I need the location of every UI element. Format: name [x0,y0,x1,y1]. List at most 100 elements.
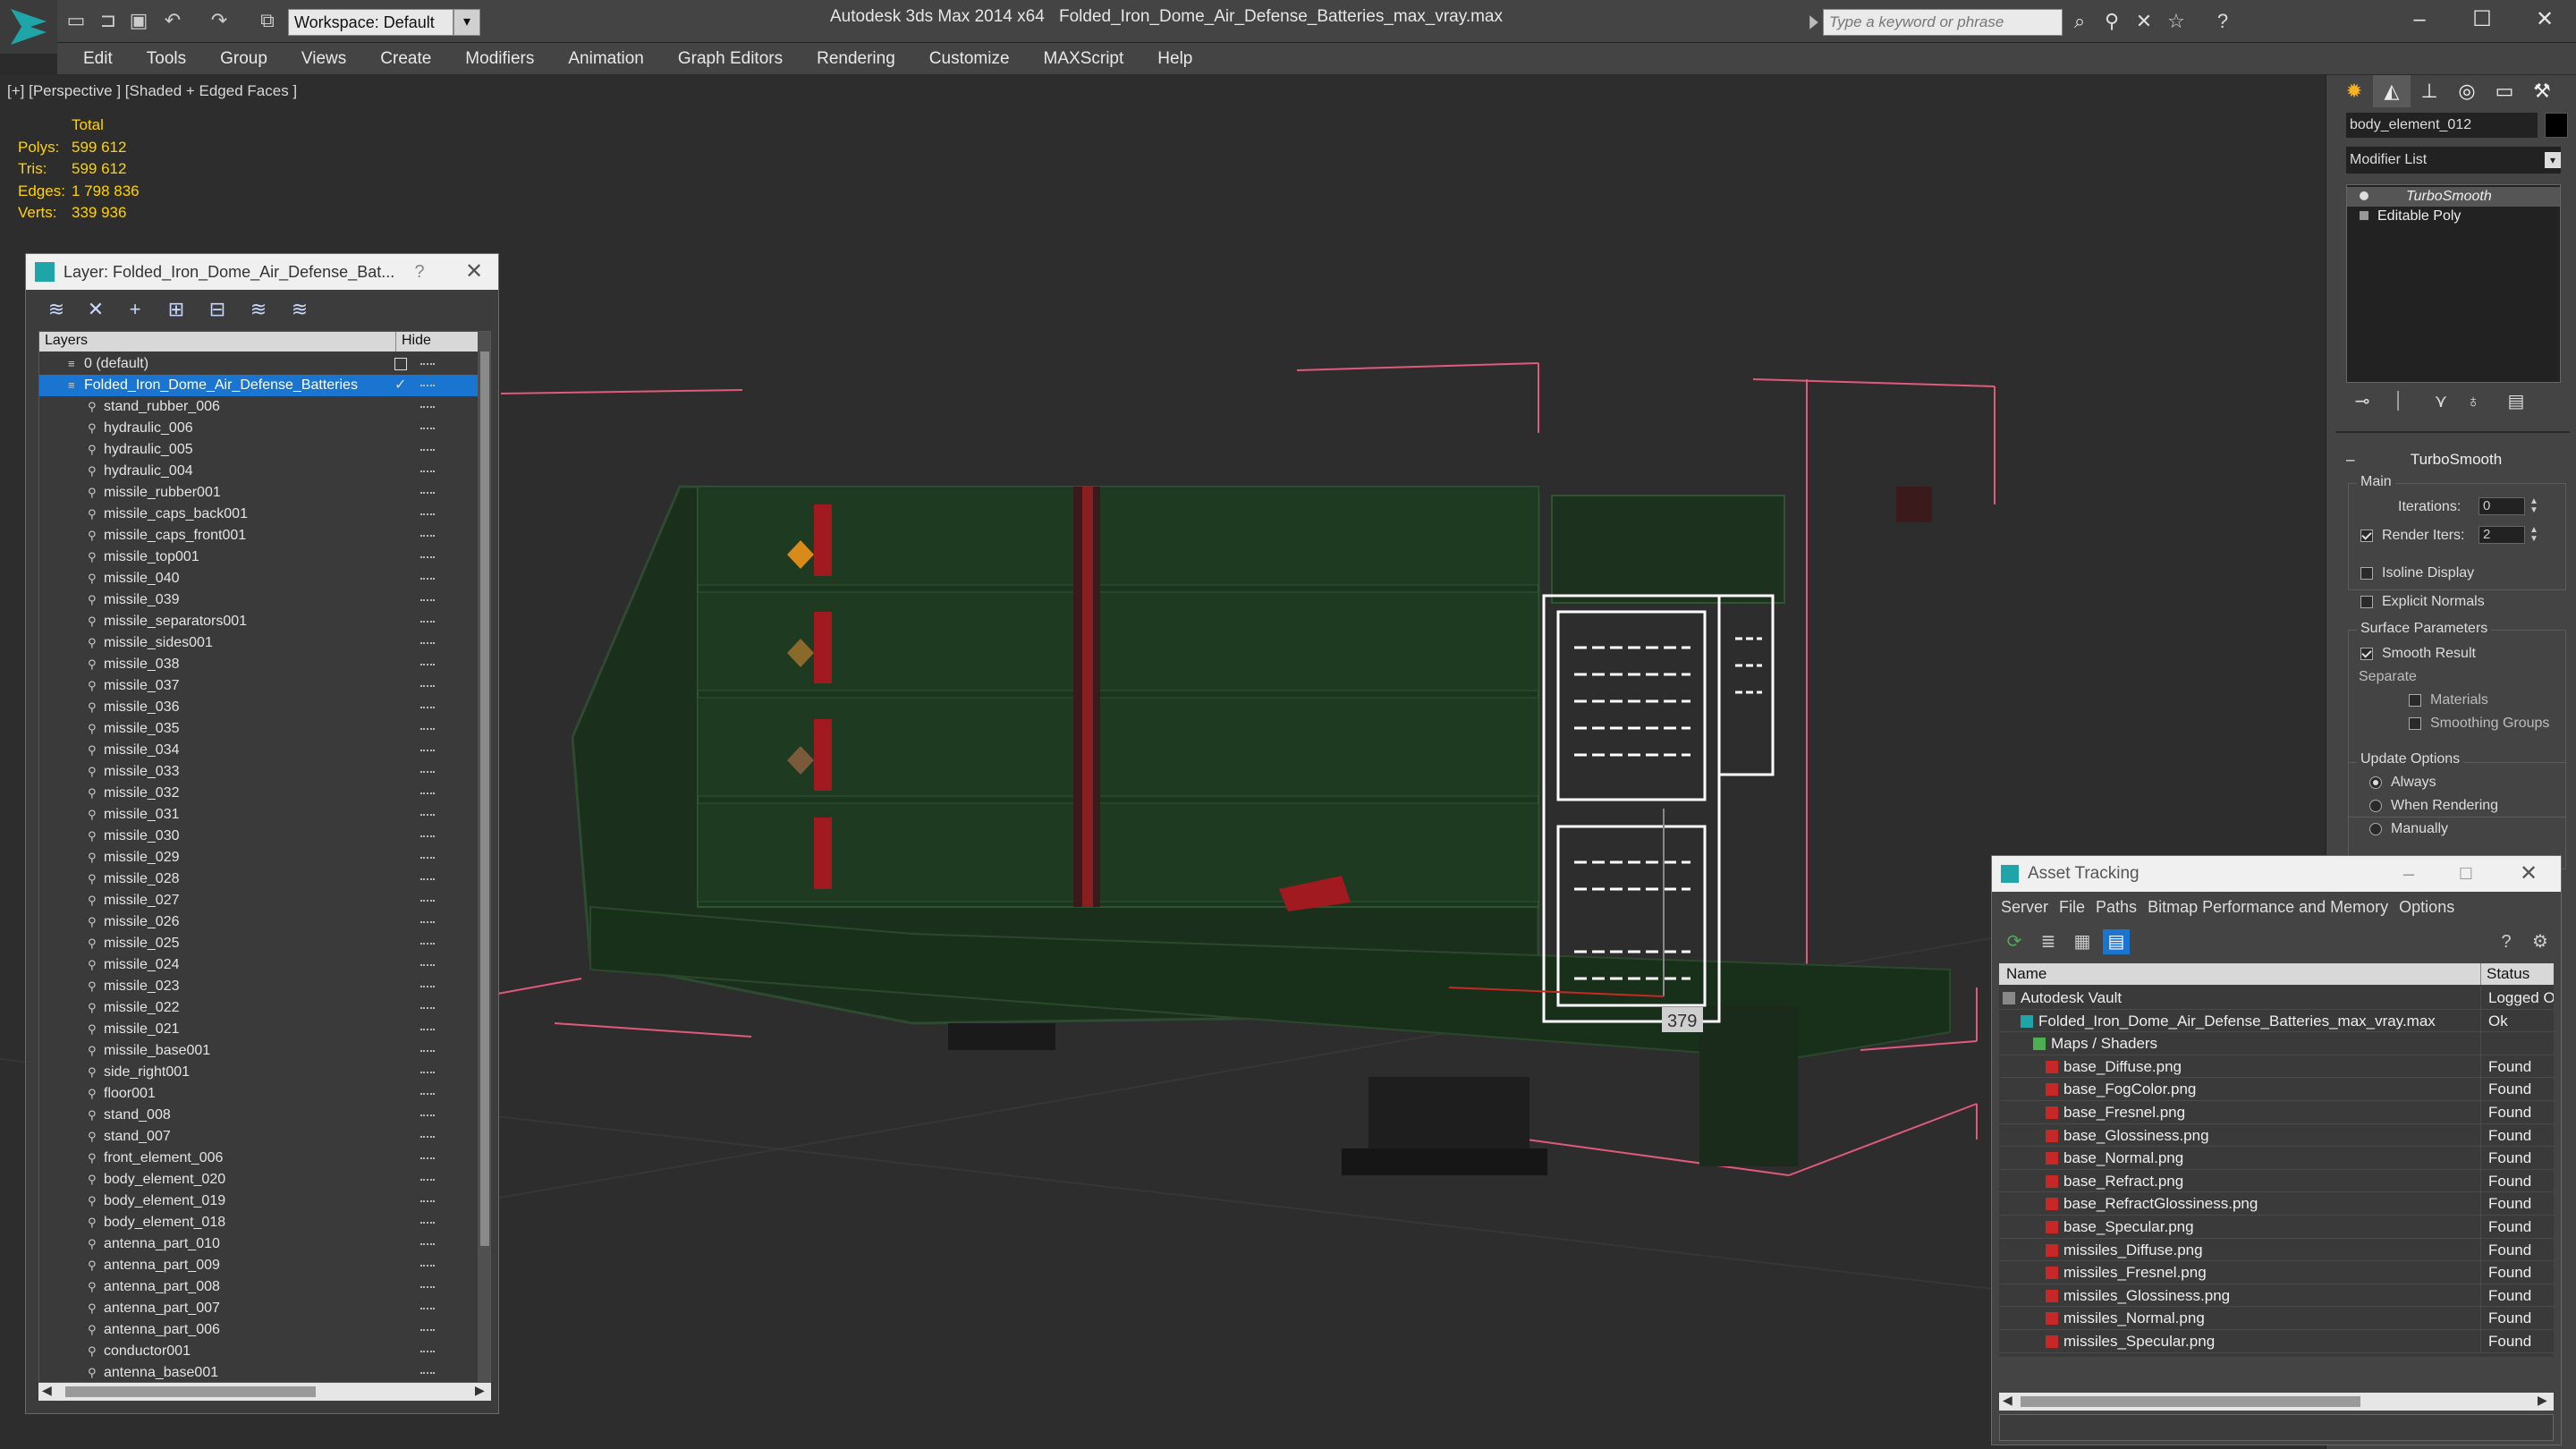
asset-menu-file[interactable]: File [2057,898,2094,917]
layer-object-row[interactable]: ⚲ missile_035 [39,718,478,740]
asset-row[interactable]: Autodesk Vault Logged O [1999,987,2554,1010]
asset-row[interactable]: base_Fresnel.png Found [1999,1100,2554,1124]
asset-row[interactable]: base_Diffuse.png Found [1999,1055,2554,1079]
layer-object-row[interactable]: ⚲ antenna_part_008 [39,1276,478,1298]
asset-row[interactable]: missiles_Glossiness.png Found [1999,1284,2554,1308]
asset-menu-bitmap-performance[interactable]: Bitmap Performance and Memory [2146,898,2397,917]
layer-close-button[interactable]: ✕ [453,254,495,290]
hide-toggle[interactable] [420,986,435,987]
list-view-icon[interactable]: ≣ [2035,929,2062,954]
update-always-radio[interactable] [2369,776,2382,789]
layer-object-row[interactable]: ⚲ antenna_part_007 [39,1298,478,1319]
hide-toggle[interactable] [420,835,435,837]
table-view-icon[interactable]: ▦ [2069,929,2096,954]
scroll-right-icon[interactable]: ▶ [475,1383,485,1398]
favorites-star-icon[interactable]: ☆ [2163,9,2190,34]
hide-toggle[interactable] [420,556,435,558]
hide-toggle[interactable] [420,685,435,687]
layer-object-row[interactable]: ⚲ missile_037 [39,675,478,697]
hide-toggle[interactable] [420,1179,435,1181]
asset-row[interactable]: base_Refract.png Found [1999,1169,2554,1193]
menu-customize[interactable]: Customize [912,49,1027,69]
layer-object-row[interactable]: ⚲ body_element_020 [39,1169,478,1191]
workspace-select[interactable]: Workspace: Default [288,9,453,36]
hide-toggle[interactable] [420,728,435,730]
layer-horizontal-scroll-thumb[interactable] [65,1386,316,1397]
asset-help-icon[interactable]: ? [2493,929,2520,954]
asset-settings-icon[interactable]: ⚙ [2527,929,2554,954]
layer-row-default[interactable]: ≡ 0 (default) [39,353,478,375]
hide-toggle[interactable] [420,621,435,623]
hide-toggle[interactable] [420,664,435,665]
add-layer-icon[interactable]: + [121,297,149,322]
update-when-rendering-radio[interactable] [2369,800,2382,812]
motion-tab-icon[interactable]: ◎ [2448,75,2486,107]
asset-maximize-button[interactable]: ☐ [2439,856,2493,892]
active-layer-check-icon[interactable]: ✓ [394,375,406,396]
hide-toggle[interactable] [420,1329,435,1331]
asset-row[interactable]: Maps / Shaders [1999,1032,2554,1055]
materials-checkbox[interactable] [2409,694,2421,707]
menu-help[interactable]: Help [1140,49,1209,69]
hide-toggle[interactable] [420,1114,435,1116]
layer-object-row[interactable]: ⚲ missile_027 [39,890,478,911]
communication-icon[interactable]: ✕ [2131,9,2157,34]
new-file-icon[interactable]: ▭ [64,9,88,32]
hide-toggle[interactable] [420,1007,435,1009]
search-input[interactable]: Type a keyword or phrase [1823,9,2063,36]
asset-row[interactable]: Folded_Iron_Dome_Air_Defense_Batteries_m… [1999,1009,2554,1033]
menu-tools[interactable]: Tools [130,49,203,69]
display-tab-icon[interactable]: ▭ [2486,75,2523,107]
hide-toggle[interactable] [420,578,435,580]
layer-object-row[interactable]: ⚲ missile_caps_back001 [39,504,478,525]
menu-graph-editors[interactable]: Graph Editors [661,49,800,69]
app-logo-icon[interactable] [0,0,57,54]
make-unique-icon[interactable]: ⋎ [2425,388,2457,415]
hide-toggle[interactable] [420,900,435,902]
hide-toggle[interactable] [420,428,435,429]
hide-toggle[interactable] [420,1308,435,1309]
hide-toggle[interactable] [420,1222,435,1224]
search-expand-icon[interactable] [1809,15,1818,30]
explicit-normals-checkbox[interactable] [2360,596,2373,608]
menu-modifiers[interactable]: Modifiers [448,49,551,69]
stack-item-editable-poly[interactable]: Editable Poly [2347,207,2560,226]
layer-vertical-scroll-thumb[interactable] [480,352,489,1246]
hide-toggle[interactable] [420,535,435,537]
render-iters-spinner-arrows[interactable]: ▲ ▼ [2529,526,2539,544]
layers-settings-icon[interactable]: ≋ [42,297,71,322]
asset-row[interactable]: missiles_Fresnel.png Found [1999,1261,2554,1284]
update-manually-radio[interactable] [2369,823,2382,835]
scroll-left-icon[interactable]: ◀ [2003,1393,2012,1408]
hide-toggle[interactable] [420,771,435,773]
scroll-left-icon[interactable]: ◀ [42,1383,52,1398]
menu-animation[interactable]: Animation [551,49,661,69]
pin-stack-icon[interactable]: ⊸ [2346,388,2378,415]
hide-toggle[interactable] [420,814,435,816]
light-bulb-icon[interactable] [2360,191,2368,200]
hide-toggle[interactable] [420,792,435,794]
subscription-icon[interactable]: ⚲ [2098,9,2125,34]
hide-toggle[interactable] [420,599,435,601]
hide-toggle[interactable] [420,642,435,644]
project-folder-icon[interactable]: ⧉ [256,9,279,32]
layer-object-row[interactable]: ⚲ stand_008 [39,1105,478,1126]
turbosmooth-rollout-title[interactable]: TurboSmooth [2346,451,2566,472]
hide-toggle[interactable] [420,1243,435,1245]
hide-toggle[interactable] [420,492,435,494]
freeze-all-icon[interactable]: ≋ [285,297,314,322]
layer-object-row[interactable]: ⚲ missile_separators001 [39,611,478,632]
layer-object-row[interactable]: ⚲ stand_007 [39,1126,478,1148]
maximize-button[interactable]: ☐ [2451,4,2513,36]
layer-object-row[interactable]: ⚲ missile_021 [39,1019,478,1040]
layer-object-row[interactable]: ⚲ antenna_part_006 [39,1319,478,1341]
hide-toggle[interactable] [420,1029,435,1030]
layer-object-row[interactable]: ⚲ floor001 [39,1083,478,1105]
hide-toggle[interactable] [420,1351,435,1352]
layer-object-row[interactable]: ⚲ missile_028 [39,869,478,890]
minimize-button[interactable]: – [2388,4,2451,36]
iterations-spinner[interactable]: 0 [2479,497,2525,515]
layer-horizontal-scrollbar[interactable]: ◀ ▶ [38,1383,491,1401]
hide-toggle[interactable] [420,1286,435,1288]
object-color-swatch[interactable] [2545,113,2568,138]
